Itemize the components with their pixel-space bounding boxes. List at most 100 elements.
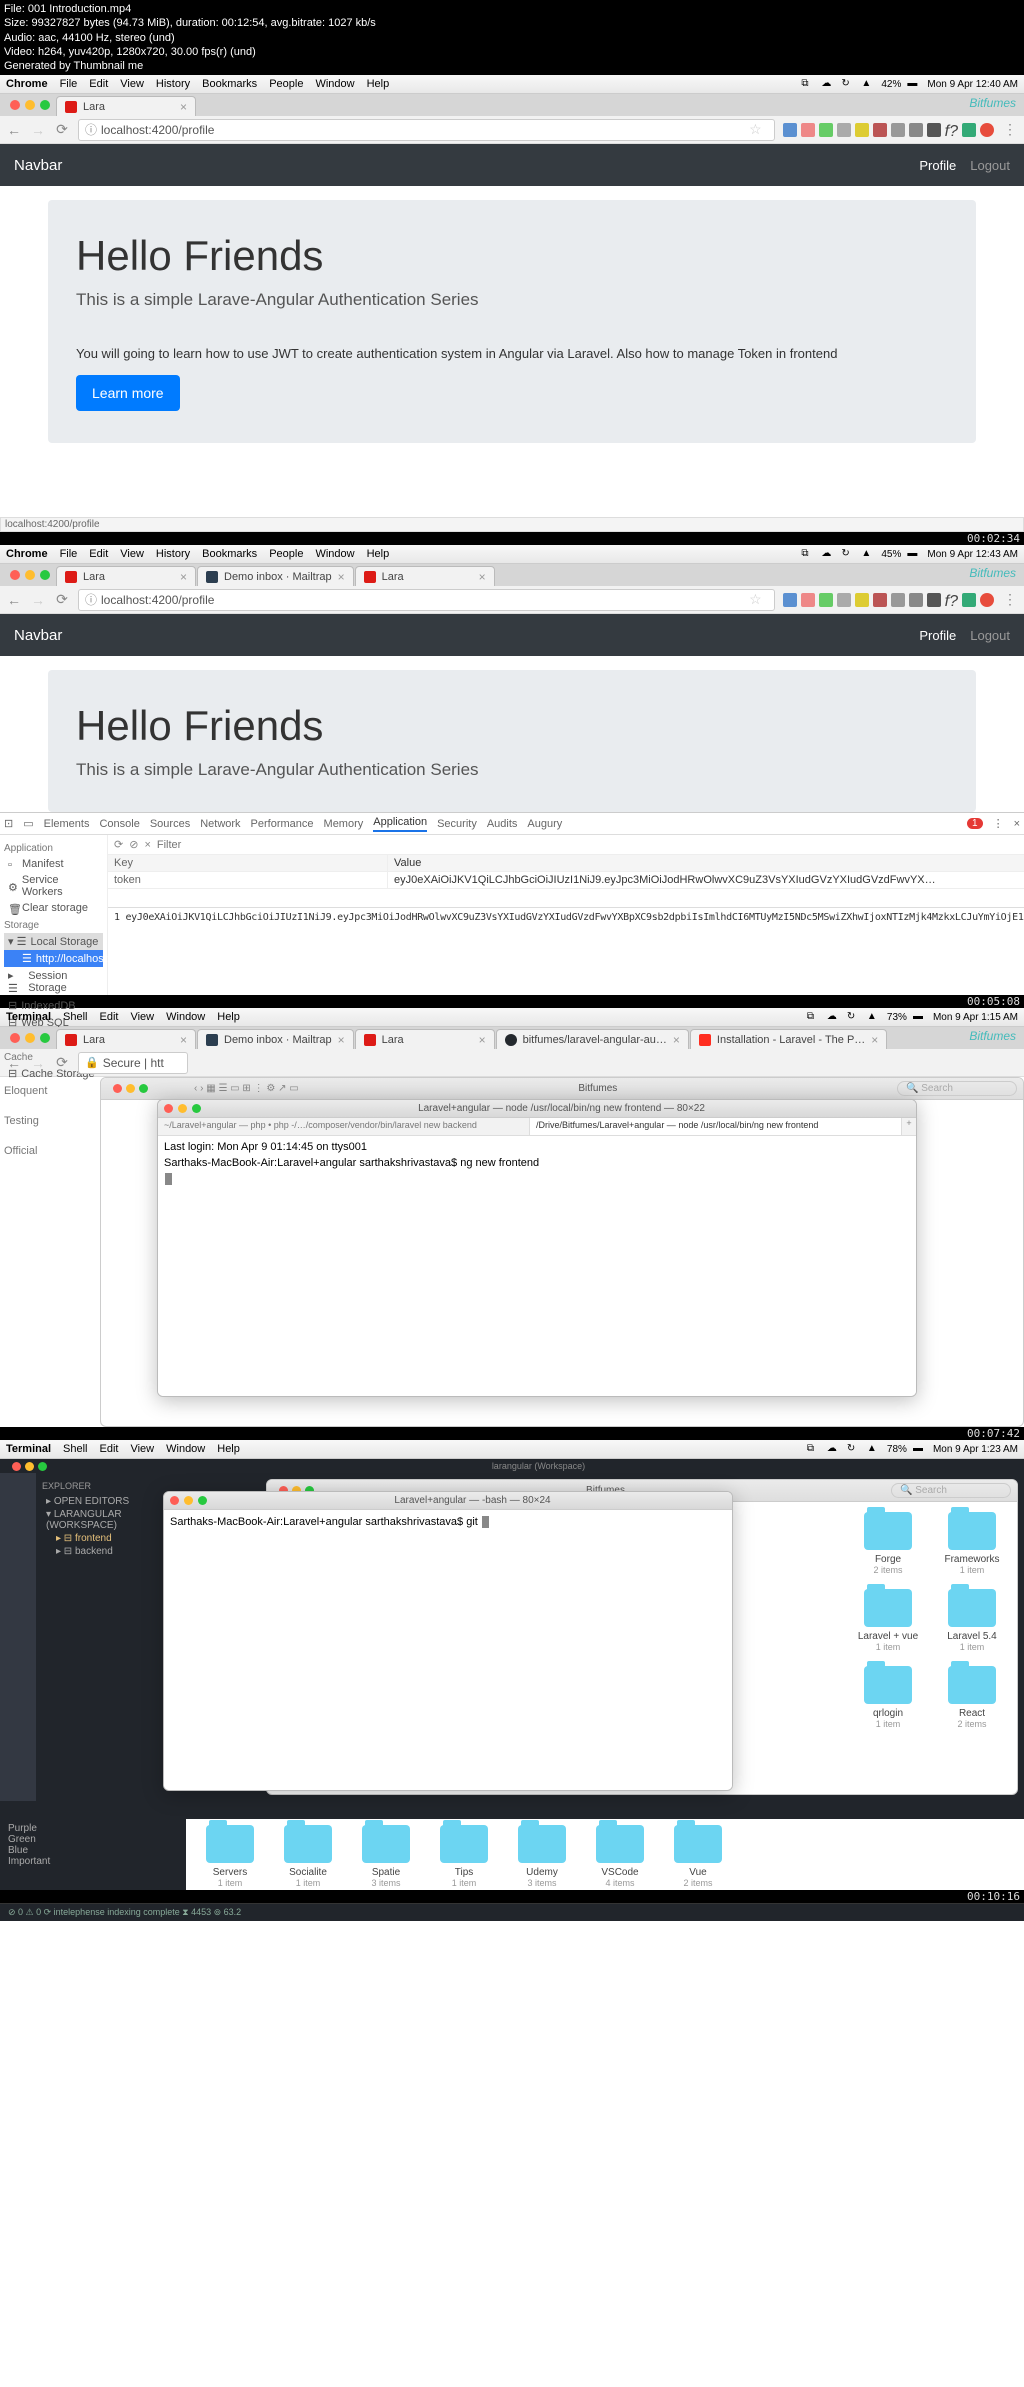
learn-more-button[interactable]: Learn more bbox=[76, 375, 180, 411]
forward-button[interactable]: → bbox=[30, 122, 46, 138]
devtools-tab[interactable]: Console bbox=[99, 818, 139, 830]
folder-item[interactable]: Servers1 item bbox=[196, 1825, 264, 1888]
tag-item[interactable]: Blue bbox=[8, 1845, 178, 1856]
finder-search[interactable]: 🔍 Search bbox=[891, 1483, 1011, 1498]
browser-tab[interactable]: Lara× bbox=[56, 1029, 196, 1049]
devtools-settings-icon[interactable]: ⋮ bbox=[993, 817, 1004, 830]
token-key[interactable]: token bbox=[108, 872, 388, 888]
folder-item[interactable]: React2 items bbox=[937, 1666, 1007, 1729]
cloud-icon[interactable]: ☁ bbox=[821, 78, 835, 90]
menu-edit[interactable]: Edit bbox=[89, 78, 108, 90]
terminal-output[interactable]: Last login: Mon Apr 9 01:14:45 on ttys00… bbox=[158, 1136, 916, 1396]
address-bar[interactable]: 🔒 Secure | htt bbox=[78, 1052, 188, 1074]
address-bar[interactable]: ⓘ localhost:4200/profile ☆ bbox=[78, 119, 775, 141]
screencast-icon[interactable]: ⧉ bbox=[801, 78, 815, 90]
devtools-inspect-icon[interactable]: ⊡ bbox=[4, 817, 13, 830]
nav-logout-link[interactable]: Logout bbox=[970, 628, 1010, 643]
sidebar-clear[interactable]: 🗑Clear storage bbox=[4, 900, 103, 916]
workspace-section[interactable]: ▾ LARANGULAR (WORKSPACE) bbox=[42, 1508, 180, 1532]
terminal-tab[interactable]: ~/Laravel+angular — php • php -/…/compos… bbox=[158, 1118, 530, 1135]
docs-sidebar-item[interactable]: Testing bbox=[4, 1115, 47, 1127]
info-icon[interactable]: ⓘ bbox=[85, 121, 97, 138]
terminal-tab[interactable]: /Drive/Bitfumes/Laravel+angular — node /… bbox=[530, 1118, 902, 1135]
back-button[interactable]: ← bbox=[6, 122, 22, 138]
docs-sidebar-item[interactable]: Official bbox=[4, 1145, 47, 1157]
folder-item[interactable]: qrlogin1 item bbox=[853, 1666, 923, 1729]
token-value[interactable]: eyJ0eXAiOiJKV1QiLCJhbGciOiJIUzI1NiJ9.eyJ… bbox=[388, 872, 1024, 888]
devtools-tab[interactable]: Audits bbox=[487, 818, 518, 830]
tag-item[interactable]: Green bbox=[8, 1834, 178, 1845]
menu-people[interactable]: People bbox=[269, 78, 303, 90]
devtools-close-icon[interactable]: × bbox=[1014, 818, 1020, 830]
reload-button[interactable]: ⟳ bbox=[54, 592, 70, 608]
bookmark-star-icon[interactable]: ☆ bbox=[749, 591, 762, 608]
browser-tab[interactable]: Lara× bbox=[56, 566, 196, 586]
browser-tab[interactable]: Installation - Laravel - The P…× bbox=[690, 1029, 887, 1049]
devtools-error-badge[interactable]: 1 bbox=[967, 818, 983, 829]
folder-frontend[interactable]: ▸ ⊟ frontend bbox=[42, 1532, 180, 1545]
menu-history[interactable]: History bbox=[156, 78, 190, 90]
open-editors-section[interactable]: ▸ OPEN EDITORS bbox=[42, 1495, 180, 1508]
sync-icon[interactable]: ↻ bbox=[841, 548, 855, 560]
window-controls[interactable] bbox=[4, 94, 56, 116]
menu-bookmarks[interactable]: Bookmarks bbox=[202, 78, 257, 90]
forward-button[interactable]: → bbox=[30, 592, 46, 608]
window-controls[interactable] bbox=[4, 564, 56, 586]
folder-item[interactable]: Spatie3 items bbox=[352, 1825, 420, 1888]
docs-sidebar-item[interactable]: Eloquent bbox=[4, 1085, 47, 1097]
nav-profile-link[interactable]: Profile bbox=[919, 628, 956, 643]
tag-item[interactable]: Important bbox=[8, 1856, 178, 1867]
finder-search[interactable]: 🔍 Search bbox=[897, 1081, 1017, 1096]
devtools-tab[interactable]: Sources bbox=[150, 818, 190, 830]
devtools-tab[interactable]: Security bbox=[437, 818, 477, 830]
terminal-output[interactable]: Sarthaks-MacBook-Air:Laravel+angular sar… bbox=[164, 1510, 732, 1790]
sidebar-manifest[interactable]: ▫Manifest bbox=[4, 856, 103, 872]
browser-tab[interactable]: bitfumes/laravel-angular-au…× bbox=[496, 1029, 689, 1049]
folder-item[interactable]: Forge2 items bbox=[853, 1512, 923, 1575]
sidebar-sessionstorage[interactable]: ▸ ☰Session Storage bbox=[4, 967, 103, 997]
vscode-statusbar[interactable]: ⊘ 0 ⚠ 0 ⟳ intelephense indexing complete… bbox=[0, 1903, 1024, 1921]
devtools-tab[interactable]: Elements bbox=[44, 818, 90, 830]
devtools-tab[interactable]: Augury bbox=[527, 818, 562, 830]
block-icon[interactable]: ⊘ bbox=[129, 838, 138, 851]
folder-item[interactable]: Laravel 5.41 item bbox=[937, 1589, 1007, 1652]
folder-item[interactable]: Udemy3 items bbox=[508, 1825, 576, 1888]
new-tab-icon[interactable]: + bbox=[902, 1118, 916, 1135]
folder-backend[interactable]: ▸ ⊟ backend bbox=[42, 1545, 180, 1558]
menubar-app[interactable]: Chrome bbox=[6, 78, 48, 90]
clear-icon[interactable]: × bbox=[144, 839, 150, 851]
menu-icon[interactable]: ⋮ bbox=[1002, 592, 1018, 608]
menu-view[interactable]: View bbox=[120, 78, 144, 90]
wifi-icon[interactable]: ▲ bbox=[861, 78, 875, 90]
browser-tab[interactable]: Lara× bbox=[355, 1029, 495, 1049]
devtools-tab[interactable]: Network bbox=[200, 818, 240, 830]
folder-item[interactable]: Laravel + vue1 item bbox=[853, 1589, 923, 1652]
info-icon[interactable]: ⓘ bbox=[85, 591, 97, 608]
filter-input[interactable] bbox=[157, 839, 299, 851]
navbar-brand[interactable]: Navbar bbox=[14, 157, 62, 174]
folder-item[interactable]: Frameworks1 item bbox=[937, 1512, 1007, 1575]
nav-logout-link[interactable]: Logout bbox=[970, 158, 1010, 173]
folder-item[interactable]: Socialite1 item bbox=[274, 1825, 342, 1888]
menu-help[interactable]: Help bbox=[367, 78, 390, 90]
sync-icon[interactable]: ↻ bbox=[841, 78, 855, 90]
nav-profile-link[interactable]: Profile bbox=[919, 158, 956, 173]
bookmark-star-icon[interactable]: ☆ bbox=[749, 121, 762, 138]
devtools-tab[interactable]: Memory bbox=[324, 818, 364, 830]
menu-file[interactable]: File bbox=[60, 78, 78, 90]
menu-window[interactable]: Window bbox=[315, 78, 354, 90]
close-tab-icon[interactable]: × bbox=[180, 100, 187, 114]
browser-tab[interactable]: Demo inbox · Mailtrap× bbox=[197, 1029, 354, 1049]
reload-icon[interactable]: ⟳ bbox=[114, 838, 123, 851]
browser-tab[interactable]: Lara× bbox=[355, 566, 495, 586]
back-button[interactable]: ← bbox=[6, 592, 22, 608]
cloud-icon[interactable]: ☁ bbox=[821, 548, 835, 560]
devtools-device-icon[interactable]: ▭ bbox=[23, 817, 33, 830]
screencast-icon[interactable]: ⧉ bbox=[801, 548, 815, 560]
reload-button[interactable]: ⟳ bbox=[54, 122, 70, 138]
devtools-tab[interactable]: Application bbox=[373, 816, 427, 832]
extension-icons[interactable]: f? bbox=[783, 593, 994, 607]
folder-item[interactable]: VSCode4 items bbox=[586, 1825, 654, 1888]
sidebar-localstorage[interactable]: ▾ ☰Local Storage bbox=[4, 933, 103, 950]
menu-icon[interactable]: ⋮ bbox=[1002, 122, 1018, 138]
